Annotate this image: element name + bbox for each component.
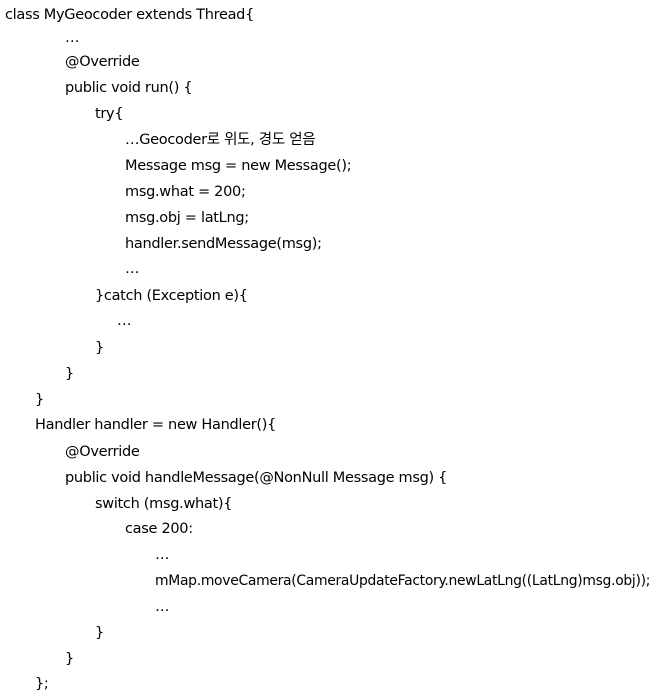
code-line-21: case 200:: [125, 521, 193, 537]
code-line-15: }: [65, 366, 74, 382]
code-line-1: class MyGeocoder extends Thread{: [5, 7, 255, 23]
code-line-5: try{: [95, 106, 124, 122]
code-line-22: …: [155, 547, 170, 563]
code-line-14: }: [95, 340, 104, 356]
code-line-3: @Override: [65, 54, 140, 70]
code-line-10: handler.sendMessage(msg);: [125, 236, 322, 252]
code-line-26: }: [65, 651, 74, 667]
code-line-27: };: [35, 676, 49, 692]
code-line-24: …: [155, 599, 170, 615]
code-line-6: …Geocoder로 위도, 경도 얻음: [125, 132, 316, 148]
code-line-16: }: [35, 392, 44, 408]
code-line-19: public void handleMessage(@NonNull Messa…: [65, 470, 448, 486]
code-line-17: Handler handler = new Handler(){: [35, 417, 277, 433]
code-line-4: public void run() {: [65, 80, 193, 96]
code-line-25: }: [95, 625, 104, 641]
code-line-20: switch (msg.what){: [95, 496, 233, 512]
code-document: class MyGeocoder extends Thread{ … @Over…: [0, 0, 655, 695]
code-line-13: …: [117, 313, 132, 329]
code-line-7: Message msg = new Message();: [125, 158, 352, 174]
code-line-23: mMap.moveCamera(CameraUpdateFactory.newL…: [155, 573, 651, 589]
code-line-9: msg.obj = latLng;: [125, 210, 249, 226]
code-line-2: …: [65, 30, 80, 46]
code-line-18: @Override: [65, 444, 140, 460]
code-line-8: msg.what = 200;: [125, 184, 246, 200]
code-line-12: }catch (Exception e){: [95, 288, 248, 304]
code-line-11: …: [125, 261, 140, 277]
